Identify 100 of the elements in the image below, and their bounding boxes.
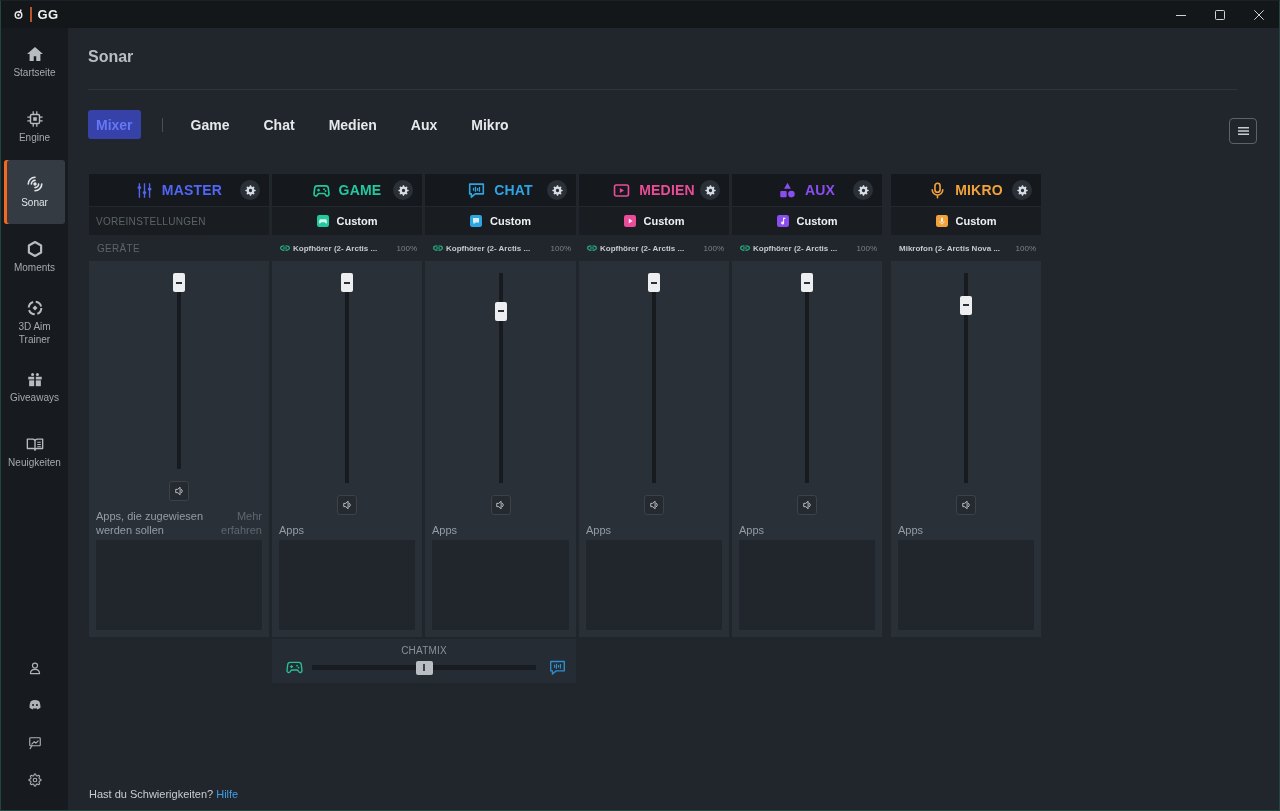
slider-thumb[interactable] <box>801 273 813 292</box>
tab[interactable]: Chat <box>255 110 303 139</box>
home-icon <box>25 45 44 63</box>
device-volume-text: 100% <box>550 243 571 253</box>
channel-name: MEDIEN <box>639 182 695 198</box>
device-volume-text: 100% <box>703 243 724 253</box>
channel-settings-button[interactable] <box>700 180 720 200</box>
settings-icon <box>551 184 563 196</box>
mute-button[interactable] <box>337 495 357 515</box>
settings-icon <box>1016 184 1028 196</box>
help-link[interactable]: Hilfe <box>216 788 239 800</box>
column-caption: VOREINSTELLUNGEN <box>96 215 206 227</box>
sidebar-item[interactable]: Sonar <box>4 160 65 224</box>
tab[interactable]: Mikro <box>463 110 517 139</box>
apps-label: Apps <box>739 523 765 537</box>
preset-selector[interactable]: Custom <box>272 207 422 235</box>
channel-settings-button[interactable] <box>547 180 567 200</box>
tab[interactable]: Medien <box>320 110 385 139</box>
speaker-icon <box>496 500 505 510</box>
chatmix-label: CHATMIX <box>401 645 447 657</box>
play-screen-icon <box>613 181 631 199</box>
speech-bubble-icon <box>468 181 486 199</box>
settings-icon <box>704 184 716 196</box>
slider-thumb[interactable] <box>648 273 660 292</box>
close-icon[interactable] <box>1254 9 1264 20</box>
device-name: Kopfhörer (2- Arctis ... <box>446 243 532 253</box>
slider-thumb[interactable] <box>494 301 507 321</box>
channel-settings-button[interactable] <box>240 180 260 200</box>
mute-button[interactable] <box>956 495 976 515</box>
apps-label: Apps, die zugewiesen werden sollen <box>96 509 204 537</box>
sidebar-item[interactable]: Moments <box>4 225 65 289</box>
device-name: Kopfhörer (2- Arctis ... <box>600 243 686 253</box>
settings-icon <box>397 184 409 196</box>
settings-icon <box>857 184 869 196</box>
settings-icon <box>244 184 256 196</box>
sidebar-item[interactable]: Engine <box>4 95 65 159</box>
device-volume-text: 100% <box>856 243 877 253</box>
column-caption: GERÄTE <box>97 242 140 254</box>
apps-label: Apps <box>279 523 305 537</box>
mixer-sliders-icon <box>135 181 153 199</box>
mute-button[interactable] <box>644 495 664 515</box>
mic-tile-icon <box>935 215 948 227</box>
preset-selector[interactable]: Custom <box>425 207 576 235</box>
device-name: Kopfhörer (2- Arctis ... <box>293 243 379 253</box>
mute-button[interactable] <box>797 495 817 515</box>
device-name: Kopfhörer (2- Arctis ... <box>753 243 839 253</box>
chip-icon <box>25 110 44 128</box>
channel-name: GAME <box>338 182 382 198</box>
channel-settings-button[interactable] <box>853 180 873 200</box>
apps-label: Apps <box>898 523 924 537</box>
slider-thumb[interactable] <box>341 273 353 292</box>
channel-name: CHAT <box>494 182 533 198</box>
logo-icon <box>13 9 24 20</box>
apps-label: Apps <box>586 523 612 537</box>
channel-name: AUX <box>804 182 836 198</box>
speaker-icon <box>961 500 971 510</box>
shapes-icon <box>778 181 796 199</box>
channel-settings-button[interactable] <box>1012 180 1032 200</box>
channel-name: MIKRO <box>955 182 1003 198</box>
speech-bubble-icon <box>549 660 566 675</box>
sidebar-item[interactable]: Neuigkeiten <box>4 420 65 484</box>
speech-tile-icon <box>470 215 482 227</box>
radar-waves-icon <box>25 175 44 193</box>
channel-settings-button[interactable] <box>393 180 413 200</box>
tab[interactable]: Aux <box>402 110 446 139</box>
speaker-icon <box>174 486 184 496</box>
slider-thumb[interactable] <box>415 660 433 675</box>
apps-label: Apps <box>432 523 458 537</box>
device-volume-text: 100% <box>1015 243 1036 253</box>
speaker-icon <box>802 500 812 510</box>
help-prompt: Hast du Schwierigkeiten? Hilfe <box>89 787 239 801</box>
page-title: Sonar <box>88 47 134 67</box>
device-volume-text: 100% <box>396 243 417 253</box>
mute-button[interactable] <box>490 495 511 515</box>
gamepad-icon <box>286 660 303 675</box>
mute-button[interactable] <box>169 481 189 501</box>
speaker-icon <box>649 500 659 510</box>
settings-icon[interactable] <box>27 773 42 788</box>
sidebar-item[interactable]: Giveaways <box>4 355 65 419</box>
preset-selector[interactable]: Custom <box>891 207 1041 235</box>
gift-icon <box>25 370 44 388</box>
sidebar-item[interactable]: Startseite <box>4 30 65 94</box>
gamepad-tile-icon <box>316 215 329 227</box>
maximize-icon[interactable] <box>1215 9 1225 20</box>
preset-selector[interactable]: Custom <box>579 207 729 235</box>
sidebar-item[interactable]: 3D Aim Trainer <box>4 290 65 354</box>
user-icon[interactable] <box>27 660 42 675</box>
device-name: Mikrofon (2- Arctis Nova ... <box>899 243 1002 253</box>
open-book-icon <box>25 435 44 453</box>
play-tile-icon <box>623 215 636 227</box>
menu-button[interactable] <box>1229 118 1257 144</box>
crosshair-icon <box>25 298 44 317</box>
menu-icon <box>1237 127 1249 135</box>
app-name: GG <box>37 7 59 22</box>
chart-board-icon[interactable] <box>27 735 42 750</box>
note-tile-icon <box>776 215 789 227</box>
preset-selector[interactable]: Custom <box>732 207 882 235</box>
slider-thumb[interactable] <box>173 273 185 292</box>
tab[interactable]: Game <box>182 110 238 139</box>
slider-thumb[interactable] <box>960 295 972 315</box>
